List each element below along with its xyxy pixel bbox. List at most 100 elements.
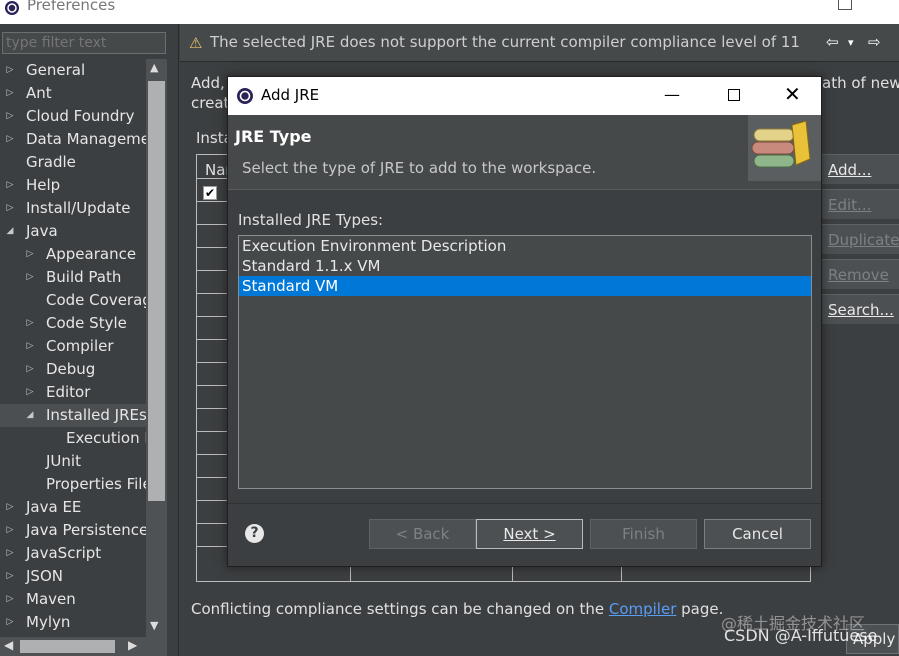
history-menu-icon[interactable]: ▾: [848, 36, 854, 49]
side-button-label: Remove: [828, 266, 889, 284]
footer-tail: page.: [676, 600, 724, 618]
wizard-header: JRE Type Select the type of JRE to add t…: [228, 115, 821, 189]
jre-type-item[interactable]: Standard 1.1.x VM: [239, 256, 811, 276]
scroll-left-icon[interactable]: ◀: [4, 638, 13, 652]
collapsed-arrow-icon[interactable]: ▷: [4, 105, 16, 128]
side-button-duplicate[interactable]: Duplicate...: [822, 224, 899, 254]
tree-item[interactable]: ▷ Cloud Foundry: [0, 105, 146, 128]
compiler-link[interactable]: Compiler: [609, 600, 677, 618]
jre-checkbox[interactable]: ✔: [203, 186, 217, 200]
help-icon[interactable]: ?: [245, 524, 264, 543]
jre-type-item[interactable]: Execution Environment Description: [239, 236, 811, 256]
jre-library-icon: [751, 120, 811, 168]
tree-vertical-scrollbar[interactable]: ▲ ▼: [146, 59, 167, 637]
tree-item[interactable]: ▷ Maven: [0, 588, 146, 611]
tree-item[interactable]: ▷ JSON: [0, 565, 146, 588]
collapsed-arrow-icon[interactable]: ▷: [4, 565, 16, 588]
tree-item[interactable]: Gradle: [0, 151, 146, 174]
dialog-titlebar: Add JRE — ✕: [228, 77, 821, 115]
tree-item-label: Help: [26, 176, 61, 194]
collapsed-arrow-icon[interactable]: ▷: [24, 243, 36, 266]
tree-item[interactable]: ▷ Code Style: [0, 312, 146, 335]
window-title: Preferences: [27, 0, 116, 14]
collapsed-arrow-icon[interactable]: ▷: [4, 197, 16, 220]
scrollbar-thumb[interactable]: [20, 640, 115, 653]
next-button[interactable]: Next >: [476, 519, 583, 549]
tree-item[interactable]: ▷ Java Persistence: [0, 519, 146, 542]
tree-item-label: Debug: [46, 360, 96, 378]
expanded-arrow-icon[interactable]: ◢: [24, 404, 36, 427]
tree-item-label: Java Persistence: [26, 521, 146, 539]
tree-item[interactable]: ▷ Mylyn: [0, 611, 146, 631]
collapsed-arrow-icon[interactable]: ▷: [24, 335, 36, 358]
collapsed-arrow-icon[interactable]: ▷: [4, 82, 16, 105]
preferences-titlebar: Preferences: [0, 0, 899, 24]
expanded-arrow-icon[interactable]: ◢: [4, 220, 16, 243]
collapsed-arrow-icon[interactable]: ▷: [4, 588, 16, 611]
collapsed-arrow-icon[interactable]: ▷: [4, 519, 16, 542]
eclipse-icon: [5, 1, 19, 15]
scroll-right-icon[interactable]: ▶: [128, 638, 137, 652]
collapsed-arrow-icon[interactable]: ▷: [4, 611, 16, 631]
tree-item[interactable]: ▷ Install/Update: [0, 197, 146, 220]
tree-item[interactable]: ▷ Ant: [0, 82, 146, 105]
tree-item-label: JUnit: [46, 452, 81, 470]
tree-item[interactable]: ▷ Debug: [0, 358, 146, 381]
tree-item[interactable]: JUnit: [0, 450, 146, 473]
side-button-add[interactable]: Add...: [822, 154, 899, 184]
tree-item[interactable]: ▷ Build Path: [0, 266, 146, 289]
collapsed-arrow-icon[interactable]: ▷: [24, 381, 36, 404]
eclipse-icon: [237, 88, 253, 104]
tree-item[interactable]: ▷ Compiler: [0, 335, 146, 358]
side-button-edit[interactable]: Edit...: [822, 189, 899, 219]
tree-horizontal-scrollbar[interactable]: ◀ ▶: [0, 637, 167, 656]
tree-item[interactable]: ▷ Help: [0, 174, 146, 197]
side-button-remove[interactable]: Remove: [822, 259, 899, 289]
tree-item[interactable]: ◢ Installed JREs: [0, 404, 146, 427]
tree-item[interactable]: ▷ Java EE: [0, 496, 146, 519]
scroll-down-icon[interactable]: ▼: [150, 619, 158, 632]
collapsed-arrow-icon[interactable]: ▷: [4, 59, 16, 82]
tree-item[interactable]: Code Coverage: [0, 289, 146, 312]
finish-button[interactable]: Finish: [590, 519, 697, 549]
warning-text: The selected JRE does not support the cu…: [210, 33, 800, 51]
tree-item-label: JavaScript: [26, 544, 102, 562]
collapsed-arrow-icon[interactable]: ▷: [24, 358, 36, 381]
side-button-label: Duplicate...: [828, 231, 899, 249]
scrollbar-thumb[interactable]: [148, 81, 165, 501]
tree-item[interactable]: ◢ Java: [0, 220, 146, 243]
minimize-icon[interactable]: —: [664, 85, 680, 104]
jre-type-item[interactable]: Standard VM: [239, 276, 811, 296]
page-description-line2: creat: [191, 94, 230, 112]
tree-item[interactable]: ▷ Editor: [0, 381, 146, 404]
scroll-up-icon[interactable]: ▲: [150, 61, 158, 74]
maximize-button[interactable]: [838, 0, 852, 10]
tree-item[interactable]: ▷ General: [0, 59, 146, 82]
tree-item-label: Data Management: [26, 130, 146, 148]
tree-item-label: Java: [26, 222, 58, 240]
tree-item-label: General: [26, 61, 86, 79]
tree-item[interactable]: Properties Files Editor: [0, 473, 146, 496]
maximize-icon[interactable]: [728, 89, 740, 101]
collapsed-arrow-icon[interactable]: ▷: [24, 266, 36, 289]
tree-item[interactable]: ▷ Appearance: [0, 243, 146, 266]
cancel-button[interactable]: Cancel: [704, 519, 811, 549]
filter-input[interactable]: [2, 32, 166, 54]
forward-arrow-icon[interactable]: ⇨: [868, 33, 881, 51]
tree-item-label: Gradle: [26, 153, 76, 171]
collapsed-arrow-icon[interactable]: ▷: [24, 312, 36, 335]
wizard-banner: [748, 115, 821, 181]
jre-types-list[interactable]: Execution Environment Description Standar…: [238, 235, 812, 489]
side-button-search[interactable]: Search...: [822, 294, 899, 324]
tree-item[interactable]: ▷ JavaScript: [0, 542, 146, 565]
tree-item-label: Code Style: [46, 314, 127, 332]
back-arrow-icon[interactable]: ⇦: [826, 33, 839, 51]
back-button[interactable]: < Back: [369, 519, 476, 549]
collapsed-arrow-icon[interactable]: ▷: [4, 128, 16, 151]
tree-item[interactable]: Execution Environments: [0, 427, 146, 450]
collapsed-arrow-icon[interactable]: ▷: [4, 542, 16, 565]
close-icon[interactable]: ✕: [784, 82, 801, 106]
collapsed-arrow-icon[interactable]: ▷: [4, 496, 16, 519]
tree-item[interactable]: ▷ Data Management: [0, 128, 146, 151]
collapsed-arrow-icon[interactable]: ▷: [4, 174, 16, 197]
